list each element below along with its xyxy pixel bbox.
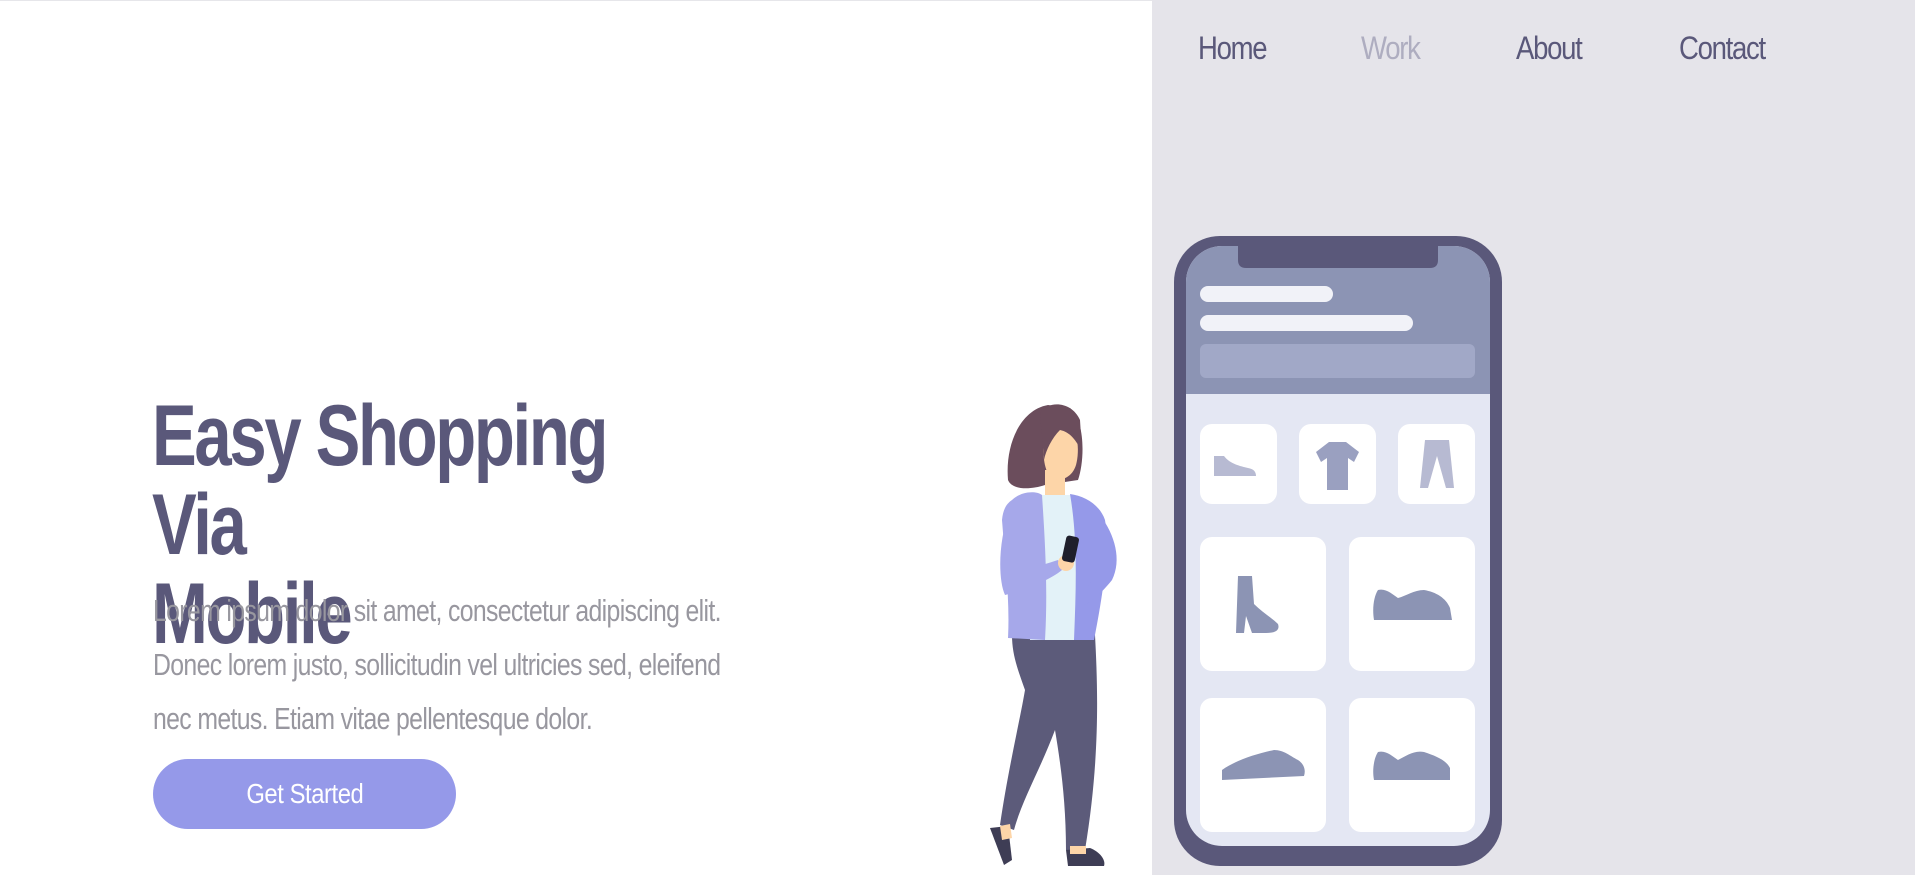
hero-description-line-1: Lorem ipsum dolor sit amet, consectetur …	[153, 593, 722, 628]
product-tile-sneaker[interactable]	[1349, 537, 1475, 671]
get-started-label: Get Started	[245, 778, 364, 809]
category-tile-shoes[interactable]	[1200, 424, 1277, 504]
woman-with-phone-illustration	[990, 404, 1117, 866]
hero-description-line-2: Donec lorem justo, sollicitudin vel ultr…	[153, 647, 721, 682]
product-tile-sneaker[interactable]	[1200, 698, 1326, 832]
hero-title-line-1: Easy Shopping Via	[152, 388, 608, 573]
product-tile-ankle-boot[interactable]	[1200, 537, 1326, 671]
hero-description-line-3: nec metus. Etiam vitae pellentesque dolo…	[153, 701, 593, 736]
nav-about-link[interactable]: About	[1516, 30, 1583, 67]
category-tile-tshirt[interactable]	[1299, 424, 1376, 504]
hero-description: Lorem ipsum dolor sit amet, consectetur …	[153, 584, 761, 746]
category-tile-pants[interactable]	[1398, 424, 1475, 504]
nav-home-link[interactable]: Home	[1198, 30, 1268, 67]
nav-contact-link[interactable]: Contact	[1679, 30, 1766, 67]
nav-work-link[interactable]: Work	[1361, 30, 1421, 67]
product-tile-sneaker[interactable]	[1349, 698, 1475, 832]
get-started-button[interactable]: Get Started	[153, 759, 456, 829]
